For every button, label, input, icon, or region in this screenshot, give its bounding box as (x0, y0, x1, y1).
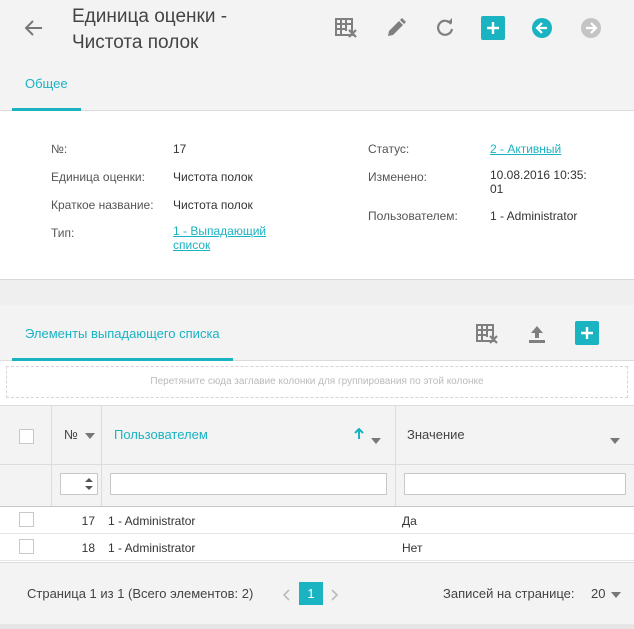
row-value: Нет (402, 541, 423, 555)
previous-record-icon[interactable] (529, 15, 555, 41)
number-value: 17 (173, 142, 187, 156)
plus-icon (581, 327, 593, 339)
export-upload-icon[interactable] (524, 321, 550, 347)
page-size-select[interactable]: 20 (591, 586, 622, 601)
page-size-label: Записей на странице: (443, 586, 575, 601)
pager-page-1[interactable]: 1 (299, 582, 323, 605)
pager-summary: Страница 1 из 1 (Всего элементов: 2) (27, 586, 254, 601)
user-value: 1 - Administrator (490, 209, 578, 223)
group-by-drop-zone[interactable]: Перетяните сюда заглавие колонки для гру… (6, 366, 628, 398)
chevron-down-icon (611, 592, 622, 598)
sort-ascending-icon[interactable] (353, 427, 365, 443)
table-row[interactable]: 18 1 - Administrator Нет (0, 534, 634, 561)
pager-next-icon[interactable] (331, 589, 339, 604)
short-name-value: Чистота полок (173, 198, 253, 212)
edit-pencil-icon[interactable] (383, 15, 409, 41)
pager-prev-icon[interactable] (282, 589, 290, 604)
page-title: Единица оценки - Чистота полок (72, 6, 228, 53)
grid-header-row: № Пользователем Значение (0, 405, 634, 465)
row-value: Да (402, 514, 417, 528)
chevron-down-icon[interactable] (610, 433, 620, 447)
row-checkbox[interactable] (19, 512, 34, 527)
tab-list-elements[interactable]: Элементы выпадающего списка (12, 305, 233, 361)
changed-label: Изменено: (368, 170, 427, 184)
number-label: №: (51, 142, 68, 156)
changed-value: 10.08.2016 10:35: 01 (490, 168, 587, 196)
status-link[interactable]: 2 - Активный (490, 142, 561, 156)
clear-filter-table-icon[interactable] (333, 15, 359, 41)
spinner-arrows-icon (85, 478, 93, 490)
column-header-value[interactable]: Значение (407, 427, 465, 442)
table-row[interactable]: 17 1 - Administrator Да (0, 507, 634, 534)
row-user: 1 - Administrator (108, 514, 196, 528)
user-label: Пользователем: (368, 209, 458, 223)
plus-icon (487, 22, 499, 34)
list-elements-section: Элементы выпадающего списка Перетяните с (0, 305, 634, 629)
column-header-number[interactable]: № (64, 427, 95, 442)
user-filter-input[interactable] (110, 473, 387, 495)
unit-label: Единица оценки: (51, 170, 145, 184)
tab-general[interactable]: Общее (12, 56, 81, 111)
main-tabs: Общее (0, 56, 634, 111)
select-all-checkbox[interactable] (19, 429, 34, 444)
type-link[interactable]: 1 - Выпадающий список (173, 224, 266, 252)
add-button[interactable] (481, 16, 505, 40)
row-number: 18 (81, 541, 95, 555)
bottom-divider (0, 624, 634, 629)
value-filter-input[interactable] (404, 473, 626, 495)
next-record-icon[interactable] (578, 15, 604, 41)
chevron-down-icon (84, 433, 95, 439)
row-user: 1 - Administrator (108, 541, 196, 555)
details-card: №: 17 Единица оценки: Чистота полок Крат… (0, 111, 634, 280)
pager: Страница 1 из 1 (Всего элементов: 2) 1 З… (0, 562, 634, 629)
list-tabs: Элементы выпадающего списка (0, 305, 634, 361)
page-header: Единица оценки - Чистота полок (0, 0, 634, 56)
row-checkbox[interactable] (19, 539, 34, 554)
grid-filter-row (0, 465, 634, 507)
back-arrow-icon[interactable] (22, 16, 46, 40)
unit-value: Чистота полок (173, 170, 253, 184)
status-label: Статус: (368, 142, 410, 156)
refresh-icon[interactable] (432, 15, 458, 41)
type-label: Тип: (51, 226, 75, 240)
number-filter-spinner[interactable] (60, 473, 98, 495)
column-header-user[interactable]: Пользователем (114, 427, 208, 442)
clear-filter-table-icon[interactable] (474, 321, 500, 347)
row-number: 17 (81, 514, 95, 528)
chevron-down-icon[interactable] (371, 433, 381, 447)
short-name-label: Краткое название: (51, 198, 154, 212)
add-list-item-button[interactable] (575, 321, 599, 345)
